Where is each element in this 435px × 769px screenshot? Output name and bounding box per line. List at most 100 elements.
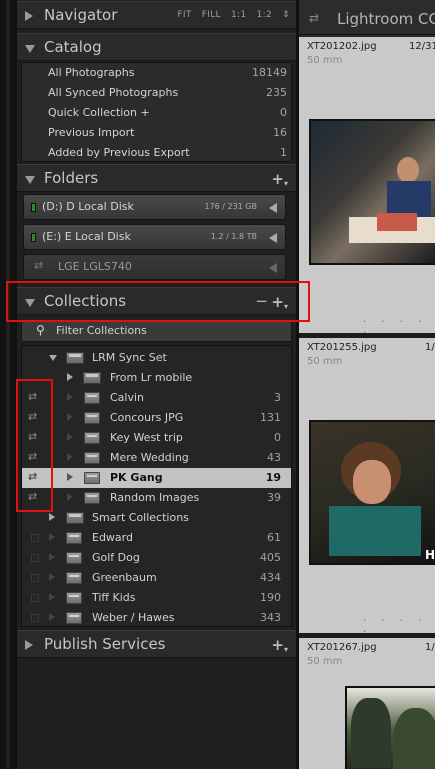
volume-lge[interactable]: ⇄ LGE LGLS740 (23, 254, 286, 280)
collection-row[interactable]: ⇄ Key West trip 0 (22, 428, 291, 448)
collection-row-selected[interactable]: ⇄ PK Gang 19 (22, 468, 291, 488)
collection-icon (66, 532, 82, 544)
catalog-item-count: 235 (266, 86, 287, 99)
collapse-arrow-icon (49, 573, 55, 581)
lightroom-cc-title: Lightroom CC (337, 10, 435, 28)
collection-set-row[interactable]: Smart Collections (22, 508, 291, 528)
expand-arrow-icon[interactable] (49, 355, 57, 361)
catalog-item-label: All Photographs (48, 66, 135, 79)
collection-set-row[interactable]: LRM Sync Set (22, 348, 291, 368)
status-led-icon (31, 203, 36, 212)
zoom-dropdown-icon[interactable]: ⇕ (282, 10, 290, 20)
volume-e[interactable]: (E:) E Local Disk 1.2 / 1.8 TB (23, 224, 286, 250)
navigator-zoom-options[interactable]: FIT FILL 1:1 1:2 ⇕ (170, 10, 290, 20)
publish-services-header[interactable]: Publish Services +▾ (17, 630, 296, 658)
catalog-item-label: All Synced Photographs (48, 86, 179, 99)
collection-icon (84, 492, 100, 504)
left-edge-strip[interactable] (0, 0, 17, 769)
sync-icons-highlight (16, 379, 53, 512)
collapse-arrow-icon[interactable] (49, 513, 55, 521)
sync-checkbox[interactable] (31, 614, 39, 622)
collections-list: LRM Sync Set From Lr mobile ⇄ Calvin 3 ⇄… (21, 345, 292, 627)
volume-capacity: 176 / 231 GB (204, 202, 257, 211)
collection-icon (84, 472, 100, 484)
catalog-item[interactable]: All Photographs 18149 (22, 63, 293, 83)
volume-d[interactable]: (D:) D Local Disk 176 / 231 GB (23, 194, 286, 220)
photo-lens: 50 mm (307, 55, 343, 66)
collapse-arrow-icon (49, 593, 55, 601)
photo-thumbnail[interactable]: H (309, 420, 435, 565)
photo-date: 1/ (425, 642, 435, 653)
filter-collections-field[interactable]: ⚲ Filter Collections (21, 320, 292, 342)
collection-icon (84, 452, 100, 464)
collection-count: 131 (260, 411, 281, 424)
collection-row[interactable]: Golf Dog 405 (22, 548, 291, 568)
collection-count: 190 (260, 591, 281, 604)
collection-label: Smart Collections (92, 511, 189, 524)
catalog-item[interactable]: Added by Previous Export 1 (22, 143, 293, 163)
folders-header[interactable]: Folders +▾ (17, 164, 296, 192)
sync-checkbox[interactable] (31, 594, 39, 602)
lightroom-cc-header: ⇄ Lightroom CC (299, 0, 435, 35)
navigator-header[interactable]: Navigator FIT FILL 1:1 1:2 ⇕ (17, 1, 296, 29)
catalog-item[interactable]: All Synced Photographs 235 (22, 83, 293, 103)
volume-expand-icon[interactable] (269, 203, 277, 213)
left-panel: Navigator FIT FILL 1:1 1:2 ⇕ Catalog All… (17, 0, 296, 769)
photo-date: 1/ (425, 342, 435, 353)
catalog-title: Catalog (44, 38, 102, 56)
catalog-item[interactable]: Previous Import 16 (22, 123, 293, 143)
catalog-item[interactable]: Quick Collection + 0 (22, 103, 293, 123)
collection-row[interactable]: ⇄ Random Images 39 (22, 488, 291, 508)
collections-highlight (6, 281, 310, 322)
volume-capacity: 1.2 / 1.8 TB (210, 232, 257, 241)
status-led-icon (31, 233, 36, 242)
photo-card[interactable]: XT201267.jpg 1/ 50 mm (299, 638, 435, 769)
collection-row[interactable]: Greenbaum 434 (22, 568, 291, 588)
zoom-fit[interactable]: FIT (177, 10, 191, 20)
collection-icon (84, 432, 100, 444)
catalog-header[interactable]: Catalog (17, 33, 296, 61)
collapse-arrow-icon[interactable] (67, 373, 73, 381)
zoom-fill[interactable]: FILL (202, 10, 221, 20)
collection-set-row[interactable]: From Lr mobile (22, 368, 291, 388)
collection-count: 343 (260, 611, 281, 624)
photo-thumbnail[interactable] (309, 119, 435, 265)
collection-count: 405 (260, 551, 281, 564)
catalog-item-count: 16 (273, 126, 287, 139)
zoom-1-1[interactable]: 1:1 (231, 10, 246, 20)
catalog-list: All Photographs 18149 All Synced Photogr… (21, 62, 292, 162)
sync-icon[interactable]: ⇄ (309, 11, 319, 25)
volume-expand-icon[interactable] (269, 263, 277, 273)
volume-expand-icon[interactable] (269, 233, 277, 243)
sync-checkbox[interactable] (31, 534, 39, 542)
collection-count: 43 (267, 451, 281, 464)
collection-row[interactable]: ⇄ Calvin 3 (22, 388, 291, 408)
collapse-arrow-icon (67, 393, 73, 401)
sync-checkbox[interactable] (31, 574, 39, 582)
photo-thumbnail[interactable] (345, 686, 435, 769)
add-folder-icon[interactable]: +▾ (271, 170, 288, 188)
collection-label: Random Images (110, 491, 200, 504)
collection-row[interactable]: ⇄ Concours JPG 131 (22, 408, 291, 428)
add-publish-service-icon[interactable]: +▾ (271, 636, 288, 654)
photo-filename: XT201267.jpg (307, 642, 377, 653)
collection-set-icon (66, 512, 84, 524)
collection-row[interactable]: Weber / Hawes 343 (22, 608, 291, 628)
lightroom-cc-panel: ⇄ Lightroom CC XT201202.jpg 12/31 50 mm … (299, 0, 435, 769)
photo-date: 12/31 (409, 41, 435, 52)
photo-lens: 50 mm (307, 656, 343, 667)
sync-checkbox[interactable] (31, 554, 39, 562)
navigator-title: Navigator (44, 6, 118, 24)
collection-icon (84, 392, 100, 404)
collection-label: Edward (92, 531, 133, 544)
expand-arrow-icon (25, 45, 35, 53)
collection-label: Golf Dog (92, 551, 140, 564)
photo-card[interactable]: XT201202.jpg 12/31 50 mm · · · · · (299, 37, 435, 339)
photo-card[interactable]: XT201255.jpg 1/ 50 mm H · · · · · (299, 338, 435, 638)
zoom-1-2[interactable]: 1:2 (257, 10, 272, 20)
collection-row[interactable]: Edward 61 (22, 528, 291, 548)
collection-label: Calvin (110, 391, 145, 404)
collection-row[interactable]: Tiff Kids 190 (22, 588, 291, 608)
collapse-arrow-icon (67, 453, 73, 461)
collection-row[interactable]: ⇄ Mere Wedding 43 (22, 448, 291, 468)
